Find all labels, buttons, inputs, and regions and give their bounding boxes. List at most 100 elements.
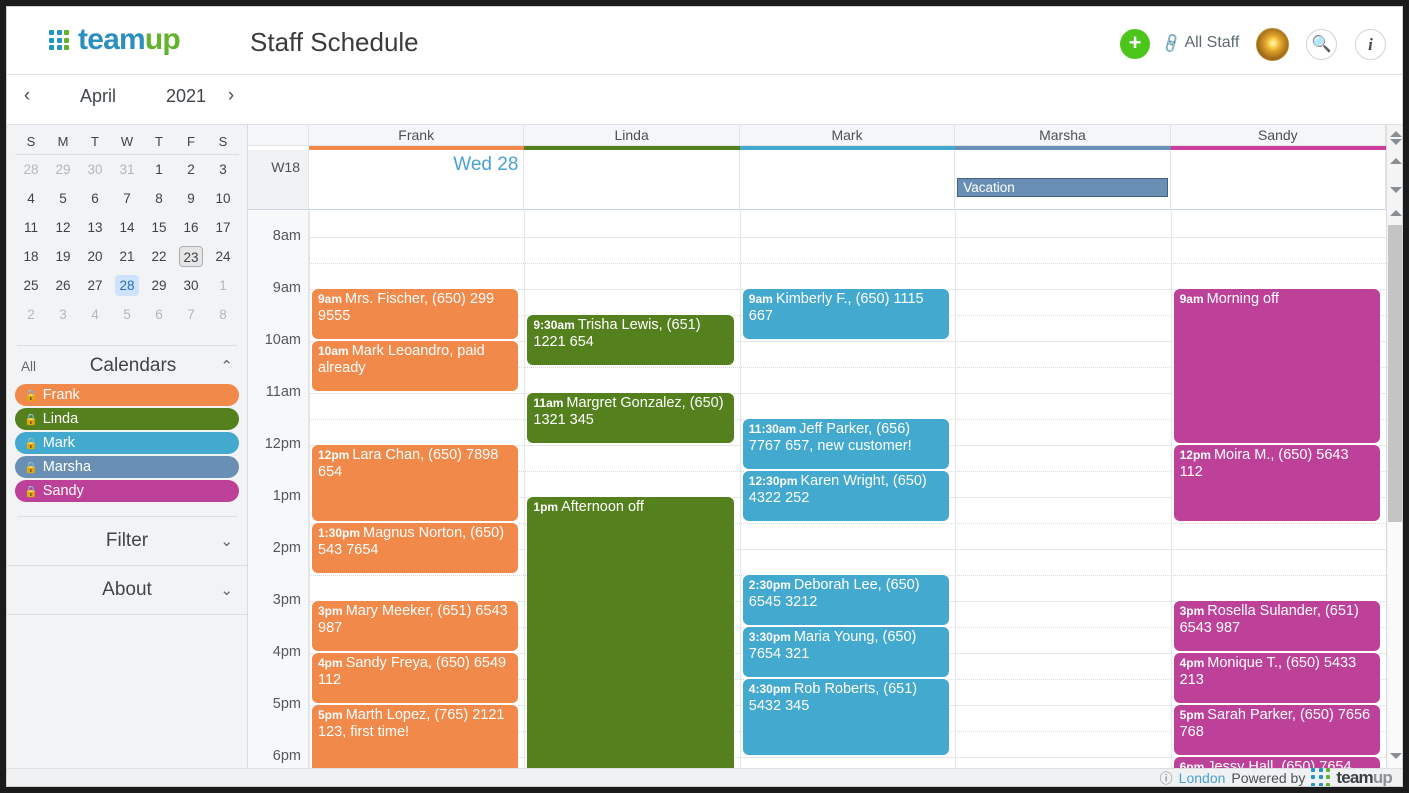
mini-calendar-day[interactable]: 20 bbox=[79, 242, 111, 271]
mini-calendar-day[interactable]: 10 bbox=[207, 184, 239, 213]
scroll-up-arrow-2[interactable] bbox=[1390, 210, 1402, 216]
mini-calendar-day[interactable]: 23 bbox=[175, 242, 207, 271]
time-grid-body[interactable]: 9am Mrs. Fischer, (650) 299 9555 10am Mark … bbox=[309, 211, 1386, 770]
add-event-button[interactable]: + bbox=[1120, 29, 1150, 59]
teamup-logo[interactable]: teamup bbox=[49, 23, 181, 57]
calendar-event[interactable]: 2:30pm Deborah Lee, (650) 6545 3212 bbox=[742, 575, 950, 625]
mini-calendar-day[interactable]: 28 bbox=[111, 271, 143, 300]
calendar-event[interactable]: 4pm Monique T., (650) 5433 213 bbox=[1173, 653, 1380, 703]
calendar-event[interactable]: 1:30pm Magnus Norton, (650) 543 7654 bbox=[312, 523, 519, 573]
mini-calendar-day[interactable]: 5 bbox=[47, 184, 79, 213]
scroll-down-arrow-1[interactable] bbox=[1390, 187, 1402, 193]
mini-calendar-day[interactable]: 11 bbox=[15, 213, 47, 242]
mini-calendar-day[interactable]: 1 bbox=[207, 271, 239, 300]
mini-calendar-day[interactable]: 24 bbox=[207, 242, 239, 271]
calendar-event[interactable]: 9am Morning off bbox=[1173, 289, 1380, 443]
calendars-all-toggle[interactable]: All bbox=[21, 359, 67, 374]
mini-calendar-day[interactable]: 5 bbox=[111, 300, 143, 329]
search-icon[interactable]: 🔍 bbox=[1306, 29, 1337, 60]
calendar-event[interactable]: 11am Margret Gonzalez, (650) 1321 345 bbox=[527, 393, 734, 443]
sidebar-item-sandy[interactable]: 🔒 Sandy bbox=[15, 480, 239, 502]
mini-calendar-day[interactable]: 6 bbox=[143, 300, 175, 329]
mini-calendar-day[interactable]: 2 bbox=[15, 300, 47, 329]
mini-calendar-day[interactable]: 2 bbox=[175, 155, 207, 185]
mini-calendar-day[interactable]: 19 bbox=[47, 242, 79, 271]
footer-logo[interactable]: teamup bbox=[1311, 767, 1393, 786]
calendar-event[interactable]: 4pm Sandy Freya, (650) 6549 112 bbox=[312, 653, 519, 703]
all-day-cell-frank[interactable]: Wed 28 bbox=[309, 150, 525, 209]
calendar-event[interactable]: 5pm Marth Lopez, (765) 2121 123, first ti… bbox=[312, 705, 519, 770]
mini-calendar-day[interactable]: 28 bbox=[15, 155, 47, 185]
chevron-down-icon-about[interactable]: ⌄ bbox=[199, 581, 233, 599]
chevron-down-icon-filter[interactable]: ⌄ bbox=[199, 532, 233, 550]
scroll-down-arrow-2[interactable] bbox=[1390, 753, 1402, 759]
all-day-cell-marsha[interactable]: Vacation bbox=[955, 150, 1171, 209]
mini-calendar-day[interactable]: 6 bbox=[79, 184, 111, 213]
calendar-event[interactable]: 12pm Lara Chan, (650) 7898 654 bbox=[312, 445, 519, 521]
scrollbar-thumb[interactable] bbox=[1388, 225, 1402, 522]
calendar-event[interactable]: 12:30pm Karen Wright, (650) 4322 252 bbox=[742, 471, 950, 521]
mini-calendar-day[interactable]: 8 bbox=[207, 300, 239, 329]
calendar-event[interactable]: 1pm Afternoon off bbox=[527, 497, 734, 770]
column-header-mark[interactable]: Mark bbox=[740, 125, 956, 145]
mini-calendar-day[interactable]: 30 bbox=[175, 271, 207, 300]
scroll-up-arrow-1[interactable] bbox=[1390, 158, 1402, 164]
avatar[interactable] bbox=[1256, 28, 1289, 61]
mini-calendar-day[interactable]: 15 bbox=[143, 213, 175, 242]
all-day-event[interactable]: Vacation bbox=[957, 178, 1168, 197]
mini-calendar-day[interactable]: 12 bbox=[47, 213, 79, 242]
mini-calendar-day[interactable]: 25 bbox=[15, 271, 47, 300]
mini-calendar-day[interactable]: 3 bbox=[47, 300, 79, 329]
calendar-event[interactable]: 9:30am Trisha Lewis, (651) 1221 654 bbox=[527, 315, 734, 365]
all-day-cell-sandy[interactable] bbox=[1170, 150, 1387, 209]
mini-calendar-day[interactable]: 30 bbox=[79, 155, 111, 185]
mini-calendar-day[interactable]: 1 bbox=[143, 155, 175, 185]
mini-calendar-day[interactable]: 4 bbox=[15, 184, 47, 213]
mini-calendar-day[interactable]: 8 bbox=[143, 184, 175, 213]
mini-calendar-day[interactable]: 7 bbox=[111, 184, 143, 213]
calendar-event[interactable]: 9am Mrs. Fischer, (650) 299 9555 bbox=[312, 289, 519, 339]
mini-calendar-day[interactable]: 26 bbox=[47, 271, 79, 300]
chevron-up-icon[interactable]: ⌃ bbox=[199, 357, 233, 375]
column-header-linda[interactable]: Linda bbox=[524, 125, 740, 145]
sidebar-item-filter[interactable]: Filter ⌄ bbox=[7, 517, 247, 566]
mini-calendar-day[interactable]: 22 bbox=[143, 242, 175, 271]
timezone-label[interactable]: London bbox=[1179, 770, 1226, 786]
mini-calendar-day[interactable]: 18 bbox=[15, 242, 47, 271]
calendar-event[interactable]: 5pm Sarah Parker, (650) 7656 768 bbox=[1173, 705, 1380, 755]
mini-calendar-day[interactable]: 16 bbox=[175, 213, 207, 242]
allday-spinner[interactable] bbox=[1387, 125, 1402, 151]
next-month-button[interactable]: › bbox=[217, 85, 245, 107]
column-header-sandy[interactable]: Sandy bbox=[1171, 125, 1387, 145]
calendar-event[interactable]: 11:30am Jeff Parker, (656) 7767 657, new … bbox=[742, 419, 950, 469]
all-staff-link[interactable]: 🔗 All Staff bbox=[1160, 31, 1239, 54]
all-day-cell-mark[interactable] bbox=[739, 150, 956, 209]
vertical-scrollbar[interactable] bbox=[1386, 125, 1402, 770]
column-header-frank[interactable]: Frank bbox=[309, 125, 525, 145]
mini-calendar-day[interactable]: 21 bbox=[111, 242, 143, 271]
mini-calendar-day[interactable]: 31 bbox=[111, 155, 143, 185]
calendar-event[interactable]: 3:30pm Maria Young, (650) 7654 321 bbox=[742, 627, 950, 677]
sidebar-item-mark[interactable]: 🔒 Mark bbox=[15, 432, 239, 454]
sidebar-item-linda[interactable]: 🔒 Linda bbox=[15, 408, 239, 430]
mini-calendar-day[interactable]: 14 bbox=[111, 213, 143, 242]
info-icon[interactable]: i bbox=[1355, 29, 1386, 60]
calendar-event[interactable]: 12pm Moira M., (650) 5643 112 bbox=[1173, 445, 1380, 521]
column-header-marsha[interactable]: Marsha bbox=[955, 125, 1171, 145]
mini-calendar-day[interactable]: 29 bbox=[47, 155, 79, 185]
mini-calendar-day[interactable]: 4 bbox=[79, 300, 111, 329]
spinner-up-icon[interactable] bbox=[1390, 131, 1402, 137]
mini-calendar-day[interactable]: 3 bbox=[207, 155, 239, 185]
calendar-event[interactable]: 10am Mark Leoandro, paid already bbox=[312, 341, 519, 391]
calendar-event[interactable]: 3pm Mary Meeker, (651) 6543 987 bbox=[312, 601, 519, 651]
mini-calendar-day[interactable]: 7 bbox=[175, 300, 207, 329]
mini-calendar-day[interactable]: 27 bbox=[79, 271, 111, 300]
prev-month-button[interactable]: ‹ bbox=[13, 85, 41, 107]
all-day-cell-linda[interactable] bbox=[524, 150, 740, 209]
spinner-down-icon[interactable] bbox=[1390, 139, 1402, 145]
calendar-event[interactable]: 3pm Rosella Sulander, (651) 6543 987 bbox=[1173, 601, 1380, 651]
mini-calendar-day[interactable]: 17 bbox=[207, 213, 239, 242]
mini-calendar-day[interactable]: 13 bbox=[79, 213, 111, 242]
calendar-event[interactable]: 9am Kimberly F., (650) 1115 667 bbox=[742, 289, 950, 339]
sidebar-item-frank[interactable]: 🔒 Frank bbox=[15, 384, 239, 406]
